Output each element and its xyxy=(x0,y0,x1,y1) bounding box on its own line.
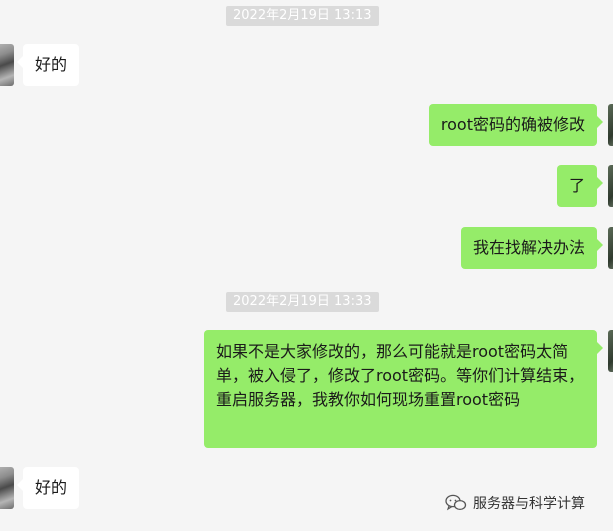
avatar[interactable] xyxy=(0,44,14,86)
message-bubble-outgoing[interactable]: root密码的确被修改 xyxy=(428,104,604,146)
timestamp: 2022年2月19日 13:13 xyxy=(226,6,379,26)
avatar[interactable] xyxy=(608,165,613,207)
message-bubble-incoming[interactable]: 好的 xyxy=(16,467,80,509)
wechat-official-account-icon xyxy=(445,494,467,511)
timestamp: 2022年2月19日 13:33 xyxy=(226,292,379,312)
message-bubble-incoming[interactable]: 好的 xyxy=(16,44,80,86)
avatar[interactable] xyxy=(608,330,613,372)
watermark-text: 服务器与科学计算 xyxy=(473,496,585,512)
message-bubble-outgoing[interactable]: 了 xyxy=(556,165,604,207)
avatar[interactable] xyxy=(0,467,14,509)
watermark: 服务器与科学计算 xyxy=(445,492,585,514)
avatar[interactable] xyxy=(608,104,613,146)
message-bubble-outgoing[interactable]: 如果不是大家修改的，那么可能就是root密码太简单，被入侵了，修改了root密码… xyxy=(204,330,603,448)
avatar[interactable] xyxy=(608,227,613,269)
message-bubble-outgoing[interactable]: 我在找解决办法 xyxy=(460,227,604,269)
